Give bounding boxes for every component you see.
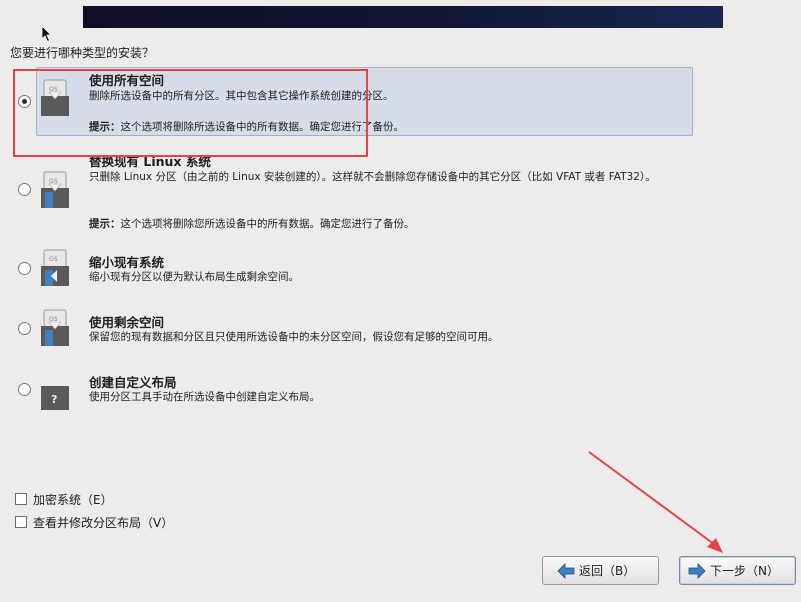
disk-replace-icon: OS bbox=[41, 171, 69, 208]
hint-label: 提示： bbox=[89, 218, 121, 230]
option-hint: 提示：这个选项将删除您所选设备中的所有数据。确定您进行了备份。 bbox=[89, 216, 415, 231]
svg-text:?: ? bbox=[51, 393, 57, 406]
mouse-cursor-icon bbox=[41, 25, 52, 43]
install-type-question: 您要进行哪种类型的安装？ bbox=[10, 46, 155, 60]
back-button[interactable]: 返回（B） bbox=[542, 556, 659, 585]
svg-text:OS: OS bbox=[49, 256, 58, 263]
next-button[interactable]: 下一步（N） bbox=[679, 556, 796, 585]
radio-custom-layout[interactable] bbox=[18, 383, 31, 396]
option-description: 缩小现有分区以便为默认布局生成剩余空间。 bbox=[89, 271, 299, 283]
disk-free-space-icon: OS bbox=[41, 309, 69, 346]
header-banner bbox=[83, 6, 723, 28]
review-layout-checkbox[interactable]: 查看并修改分区布局（V） bbox=[15, 514, 173, 531]
next-button-label: 下一步（N） bbox=[710, 564, 779, 578]
option-description: 使用分区工具手动在所选设备中创建自定义布局。 bbox=[89, 391, 320, 403]
arrow-left-icon bbox=[557, 562, 575, 579]
checkbox-box[interactable] bbox=[15, 516, 27, 528]
radio-shrink-system[interactable] bbox=[18, 262, 31, 275]
disk-shrink-icon: OS bbox=[41, 249, 69, 286]
encrypt-system-checkbox[interactable]: 加密系统（E） bbox=[15, 491, 113, 508]
option-description: 只删除 Linux 分区（由之前的 Linux 安装创建的）。这样就不会删除您存… bbox=[89, 171, 656, 183]
checkbox-label: 查看并修改分区布局（V） bbox=[33, 516, 174, 530]
option-description: 保留您的现有数据和分区且只使用所选设备中的未分区空间，假设您有足够的空间可用。 bbox=[89, 331, 499, 343]
hint-text: 这个选项将删除您所选设备中的所有数据。确定您进行了备份。 bbox=[120, 218, 415, 230]
radio-replace-linux[interactable] bbox=[18, 183, 31, 196]
disk-custom-icon: ? bbox=[41, 386, 69, 410]
checkbox-box[interactable] bbox=[15, 493, 27, 505]
annotation-highlight-box bbox=[13, 69, 368, 157]
back-button-label: 返回（B） bbox=[579, 564, 636, 578]
radio-use-free-space[interactable] bbox=[18, 322, 31, 335]
checkbox-label: 加密系统（E） bbox=[33, 493, 113, 507]
arrow-right-icon bbox=[688, 562, 706, 579]
